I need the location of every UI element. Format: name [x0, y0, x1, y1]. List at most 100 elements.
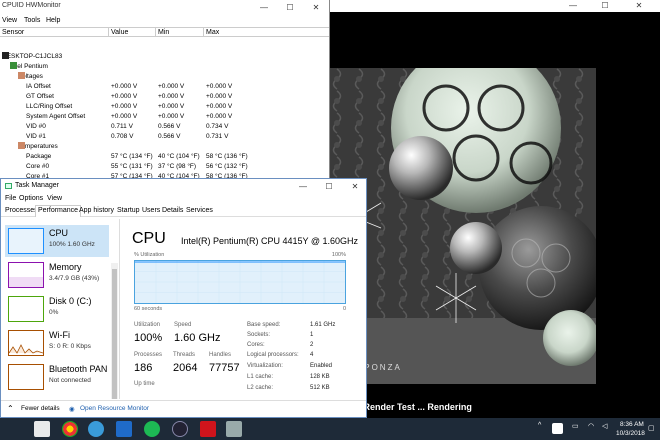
resource-disk[interactable]: Disk 0 (C:) 0%	[5, 293, 109, 325]
minimize-icon[interactable]: —	[252, 0, 276, 15]
sensor-name: System Agent Offset	[26, 112, 85, 122]
maximize-icon[interactable]: ☐	[317, 179, 341, 194]
menu-view[interactable]: View	[2, 17, 17, 24]
spec-key: L2 cache:	[247, 385, 274, 391]
spec-value: 1	[310, 332, 314, 338]
sensor-name: Core #0	[26, 162, 49, 172]
spotify-icon[interactable]	[144, 421, 160, 437]
minimize-icon[interactable]: —	[291, 179, 315, 194]
sensor-value: 57 °C (134 °F)	[111, 153, 153, 160]
windows-start-icon[interactable]	[34, 421, 50, 437]
sensor-max: 0.731 V	[206, 133, 229, 140]
resource-cpu[interactable]: CPU 100% 1.60 GHz	[5, 225, 109, 257]
open-resource-monitor-link[interactable]: Open Resource Monitor	[80, 405, 149, 412]
menu-options[interactable]: Options	[19, 195, 43, 202]
wifi-icon[interactable]: ◠	[588, 422, 594, 430]
resource-list-scrollbar[interactable]	[111, 263, 118, 399]
sensor-name: GT Offset	[26, 92, 54, 102]
cpu-mini-graph	[8, 228, 44, 254]
resource-memory[interactable]: Memory 3.4/7.9 GB (43%)	[5, 259, 109, 291]
column-value[interactable]: Value	[111, 29, 128, 36]
tab-performance[interactable]: Performance	[35, 205, 82, 217]
sensor-row[interactable]: Intel Pentium	[0, 62, 330, 72]
chrome-icon[interactable]	[62, 421, 78, 437]
graph-zero-label: 0	[342, 306, 346, 312]
tab-app-history[interactable]: App history	[77, 207, 116, 214]
sensor-min: +0.000 V	[158, 83, 185, 90]
sensor-row[interactable]: Package 57 °C (134 °F) 40 °C (104 °F) 58 °C…	[0, 152, 330, 162]
close-icon[interactable]: ✕	[304, 0, 328, 15]
sensor-row[interactable]: Voltages	[0, 72, 330, 82]
app-icon[interactable]	[172, 421, 188, 437]
vivaldi-tray-icon[interactable]	[552, 423, 563, 434]
close-icon[interactable]: ✕	[343, 179, 367, 194]
resource-name: CPU	[49, 228, 69, 238]
battery-icon[interactable]: ▭	[572, 422, 579, 430]
column-max[interactable]: Max	[206, 29, 219, 36]
graph-label: % Utilization	[134, 252, 165, 258]
handles-label: Handles	[209, 352, 232, 358]
column-sensor[interactable]: Sensor	[2, 29, 24, 36]
hwmonitor-title: CPUID HWMonitor	[2, 2, 61, 9]
tab-services[interactable]: Services	[184, 207, 215, 214]
disk-mini-graph	[8, 296, 44, 322]
sensor-row[interactable]: GT Offset +0.000 V +0.000 V +0.000 V	[0, 92, 330, 102]
menu-help[interactable]: Help	[46, 17, 60, 24]
task-manager-taskbar-icon[interactable]	[226, 421, 242, 437]
notification-icon[interactable]: ▢	[648, 424, 655, 432]
wifi-mini-graph	[8, 330, 44, 356]
sensor-label: GT Offset	[26, 93, 54, 100]
sensor-row[interactable]: IA Offset +0.000 V +0.000 V +0.000 V	[0, 82, 330, 92]
sensor-row[interactable]: Core #0 55 °C (131 °F) 37 °C (98 °F) 56 °C …	[0, 162, 330, 172]
sensor-row[interactable]: LLC/Ring Offset +0.000 V +0.000 V +0.000 V	[0, 102, 330, 112]
maximize-icon[interactable]: ☐	[594, 0, 616, 12]
resource-sub: 0%	[49, 309, 59, 316]
chevron-up-icon[interactable]: ⌃	[7, 404, 14, 413]
sensor-row[interactable]: Temperatures	[0, 142, 330, 152]
fewer-details-link[interactable]: Fewer details	[21, 405, 60, 412]
resource-list: CPU 100% 1.60 GHz Memory 3.4/7.9 GB (43%…	[1, 219, 120, 399]
utilization-value: 100%	[134, 332, 163, 344]
sensor-row[interactable]: DESKTOP-C1JCL83	[0, 52, 330, 62]
telegram-icon[interactable]	[88, 421, 104, 437]
task-manager-window: Task Manager — ☐ ✕ File Options View Pro…	[0, 178, 367, 418]
resource-wifi[interactable]: Wi-Fi S: 0 R: 0 Kbps	[5, 327, 109, 359]
clock-date[interactable]: 10/3/2018	[616, 430, 645, 437]
resource-bluetooth[interactable]: Bluetooth PAN Not connected	[5, 361, 109, 393]
render-app-icon[interactable]	[200, 421, 216, 437]
resource-monitor-icon[interactable]: ◉	[69, 405, 75, 413]
clock-time[interactable]: 8:36 AM	[620, 421, 644, 428]
spec-value: 2	[310, 342, 314, 348]
spec-key: Cores:	[247, 342, 265, 348]
sensor-row[interactable]: VID #1 0.708 V 0.566 V 0.731 V	[0, 132, 330, 142]
chevron-up-icon[interactable]: ^	[538, 422, 541, 429]
tab-details[interactable]: Details	[160, 207, 185, 214]
column-min[interactable]: Min	[158, 29, 169, 36]
menu-tools[interactable]: Tools	[24, 17, 40, 24]
outlook-icon[interactable]	[116, 421, 132, 437]
sensor-value: 55 °C (131 °F)	[111, 163, 153, 170]
volume-icon[interactable]: ◁	[602, 422, 607, 430]
menu-file[interactable]: File	[5, 195, 16, 202]
resource-name: Bluetooth PAN	[49, 364, 108, 374]
resource-sub: S: 0 R: 0 Kbps	[49, 343, 91, 350]
sensor-min: +0.000 V	[158, 103, 185, 110]
task-manager-titlebar: Task Manager — ☐ ✕	[1, 179, 366, 193]
spec-key: Virtualization:	[247, 363, 283, 369]
spec-value: 1.61 GHz	[310, 322, 336, 328]
threads-label: Threads	[173, 352, 196, 358]
sensor-name: Intel Pentium	[10, 62, 48, 72]
sensor-name: Temperatures	[18, 142, 58, 152]
sensor-name: Voltages	[18, 72, 43, 82]
tab-startup[interactable]: Startup	[115, 207, 142, 214]
minimize-icon[interactable]: —	[562, 0, 584, 12]
tab-users[interactable]: Users	[140, 207, 162, 214]
sensor-name: Package	[26, 152, 51, 162]
menu-view[interactable]: View	[47, 195, 62, 202]
sensor-row[interactable]: System Agent Offset +0.000 V +0.000 V +0.00…	[0, 112, 330, 122]
sensor-group-icon	[18, 142, 25, 149]
hwmonitor-menubar: View Tools Help	[0, 15, 329, 27]
sensor-row[interactable]: VID #0 0.711 V 0.566 V 0.734 V	[0, 122, 330, 132]
maximize-icon[interactable]: ☐	[278, 0, 302, 15]
close-icon[interactable]: ✕	[628, 0, 650, 12]
